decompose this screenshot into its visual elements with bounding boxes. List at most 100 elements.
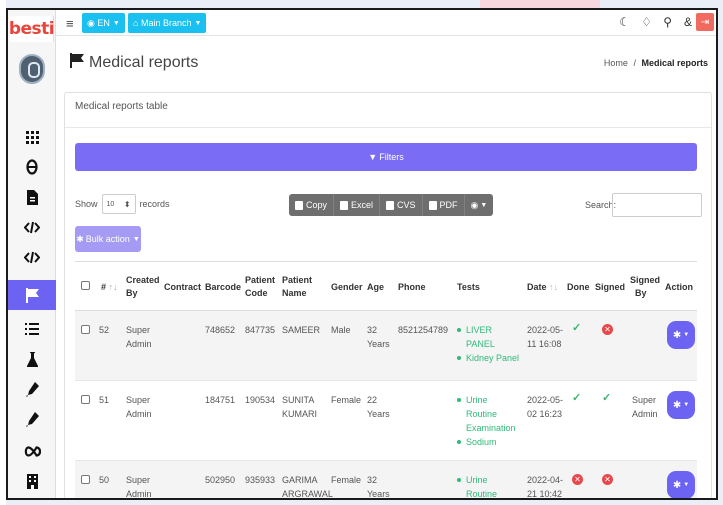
cell-patient-code: 935933 — [245, 475, 276, 485]
pen-icon[interactable] — [8, 406, 56, 432]
chevron-down-icon: ▼ — [683, 482, 690, 488]
test-item[interactable]: Kidney Panel — [457, 351, 521, 365]
col-contract[interactable]: Contract — [164, 281, 201, 294]
infinity-icon[interactable] — [8, 438, 56, 464]
branch-selector[interactable]: ⌂ Main Branch ▼ — [128, 13, 207, 33]
table-row[interactable]: 51 Super Admin 184751 190534 SUNITA KUMARI… — [75, 381, 697, 461]
menu-toggle-icon[interactable]: ≡ — [66, 16, 74, 31]
cell-gender: Female — [331, 395, 362, 405]
cell-date-l2: 21 10:42 — [527, 489, 563, 499]
code-icon[interactable] — [8, 214, 56, 240]
language-selector[interactable]: ◉ EN ▼ — [82, 13, 125, 33]
code-icon[interactable] — [8, 244, 56, 270]
test-item[interactable]: Sodium — [457, 435, 521, 449]
col-barcode[interactable]: Barcode — [205, 281, 241, 294]
app-logo[interactable]: besti — [9, 16, 55, 42]
test-label: Urine Routine Examination — [466, 475, 498, 499]
users-icon[interactable]: & — [684, 15, 692, 29]
col-patient-name[interactable]: Patient Name — [282, 274, 312, 300]
col-signed[interactable]: Signed — [595, 281, 625, 294]
select-all-checkbox[interactable] — [81, 281, 90, 290]
theta-icon[interactable] — [8, 154, 56, 180]
done-check-icon: ✓ — [572, 322, 582, 334]
breadcrumb-home[interactable]: Home — [604, 58, 628, 68]
page-title: Medical reports — [70, 53, 198, 73]
cell-age: 32 Years — [367, 473, 390, 498]
row-checkbox[interactable] — [81, 475, 90, 484]
bulk-action-button[interactable]: ✱ Bulk action ▼ — [75, 226, 141, 252]
pen-icon[interactable] — [8, 376, 56, 402]
csv-button[interactable]: CVS — [380, 194, 423, 216]
bullet-icon — [457, 440, 461, 444]
cell-date-l1: 2022-05- — [527, 325, 564, 335]
test-item[interactable]: LIVER PANEL — [457, 323, 521, 351]
gear-icon: ✱ — [672, 399, 682, 411]
chevron-down-icon: ▼ — [112, 19, 120, 27]
col-patient-code[interactable]: Patient Code — [245, 274, 275, 300]
col-tests[interactable]: Tests — [457, 281, 480, 294]
col-action[interactable]: Action — [665, 281, 693, 294]
flag-icon[interactable] — [8, 280, 56, 310]
row-action-button[interactable]: ✱ ▼ — [667, 391, 695, 419]
row-checkbox[interactable] — [81, 325, 90, 334]
col-num[interactable]: # ↑↓ — [101, 281, 118, 294]
copy-button[interactable]: Copy — [289, 194, 335, 216]
col-created-by[interactable]: Created By — [126, 274, 160, 300]
list-icon[interactable] — [8, 316, 56, 342]
gear-icon: ✱ — [672, 479, 682, 491]
grid-icon[interactable] — [8, 124, 56, 150]
row-action-button[interactable]: ✱ ▼ — [667, 321, 695, 349]
document-icon[interactable] — [8, 184, 56, 210]
avatar[interactable] — [19, 54, 45, 84]
cell-age-l1: 32 — [367, 325, 378, 335]
filter-icon: ▼ — [368, 152, 378, 162]
background-accent — [480, 0, 600, 8]
cell-tests: LIVER PANEL Kidney Panel — [457, 323, 521, 365]
logout-icon[interactable]: ⇥ — [696, 13, 714, 31]
chevron-down-icon: ▼ — [683, 402, 690, 408]
flask-icon[interactable] — [8, 346, 56, 372]
table-row[interactable]: 50 Super Admin 502950 935933 GARIMA ARGRAW… — [75, 461, 697, 499]
cell-barcode: 502950 — [205, 475, 236, 485]
col-done[interactable]: Done — [567, 281, 590, 294]
building-icon[interactable] — [8, 468, 56, 494]
col-phone[interactable]: Phone — [398, 281, 426, 294]
chat-icon[interactable]: ⚲ — [663, 15, 672, 29]
cell-age: 32 Years — [367, 323, 390, 351]
page-length-control: Show 10 ⬍ records — [75, 194, 170, 214]
page-length-select[interactable]: 10 ⬍ — [101, 194, 136, 214]
col-patient-name-l1: Patient — [282, 275, 313, 285]
cell-created-by-l2: Admin — [126, 409, 152, 419]
csv-icon — [386, 200, 395, 210]
cell-date: 2022-05- 02 16:23 — [527, 393, 563, 421]
table-row[interactable]: 52 Super Admin 748652 847735 SAMEER Male … — [75, 311, 697, 381]
excel-button[interactable]: Excel — [334, 194, 381, 216]
row-checkbox[interactable] — [81, 395, 90, 404]
cell-gender: Male — [331, 325, 351, 335]
page-title-text: Medical reports — [89, 54, 199, 71]
test-item[interactable]: Urine Routine Examination — [457, 393, 521, 435]
topbar: ≡ ◉ EN ▼ ⌂ Main Branch ▼ ☾ ♢ ⚲ & ⇥ — [56, 10, 716, 36]
column-visibility-button[interactable]: ◉ ▼ — [464, 194, 494, 216]
row-action-button[interactable]: ✱ ▼ — [667, 471, 695, 498]
col-date[interactable]: Date ↑↓ — [527, 281, 558, 294]
col-age[interactable]: Age — [367, 281, 384, 294]
cell-num: 52 — [99, 325, 110, 335]
cell-date: 2022-04- 21 10:42 — [527, 473, 563, 499]
col-patient-code-l1: Patient — [245, 275, 276, 285]
chevron-down-icon: ▼ — [132, 235, 140, 243]
test-item[interactable]: Urine Routine Examination — [457, 473, 521, 499]
col-gender[interactable]: Gender — [331, 281, 363, 294]
col-date-label: Date — [527, 282, 547, 292]
reports-card: Medical reports table ▼ Filters Show 10 … — [64, 92, 712, 499]
excel-icon — [340, 200, 349, 210]
filters-button[interactable]: ▼ Filters — [75, 143, 697, 171]
bell-icon[interactable]: ♢ — [641, 15, 652, 29]
moon-icon[interactable]: ☾ — [619, 15, 630, 29]
search-input[interactable] — [612, 193, 702, 217]
eye-icon: ◉ — [470, 199, 479, 210]
done-check-icon: ✓ — [572, 392, 582, 404]
bullet-icon — [457, 478, 461, 482]
pdf-button[interactable]: PDF — [422, 194, 465, 216]
col-signed-by[interactable]: Signed By — [630, 274, 660, 300]
